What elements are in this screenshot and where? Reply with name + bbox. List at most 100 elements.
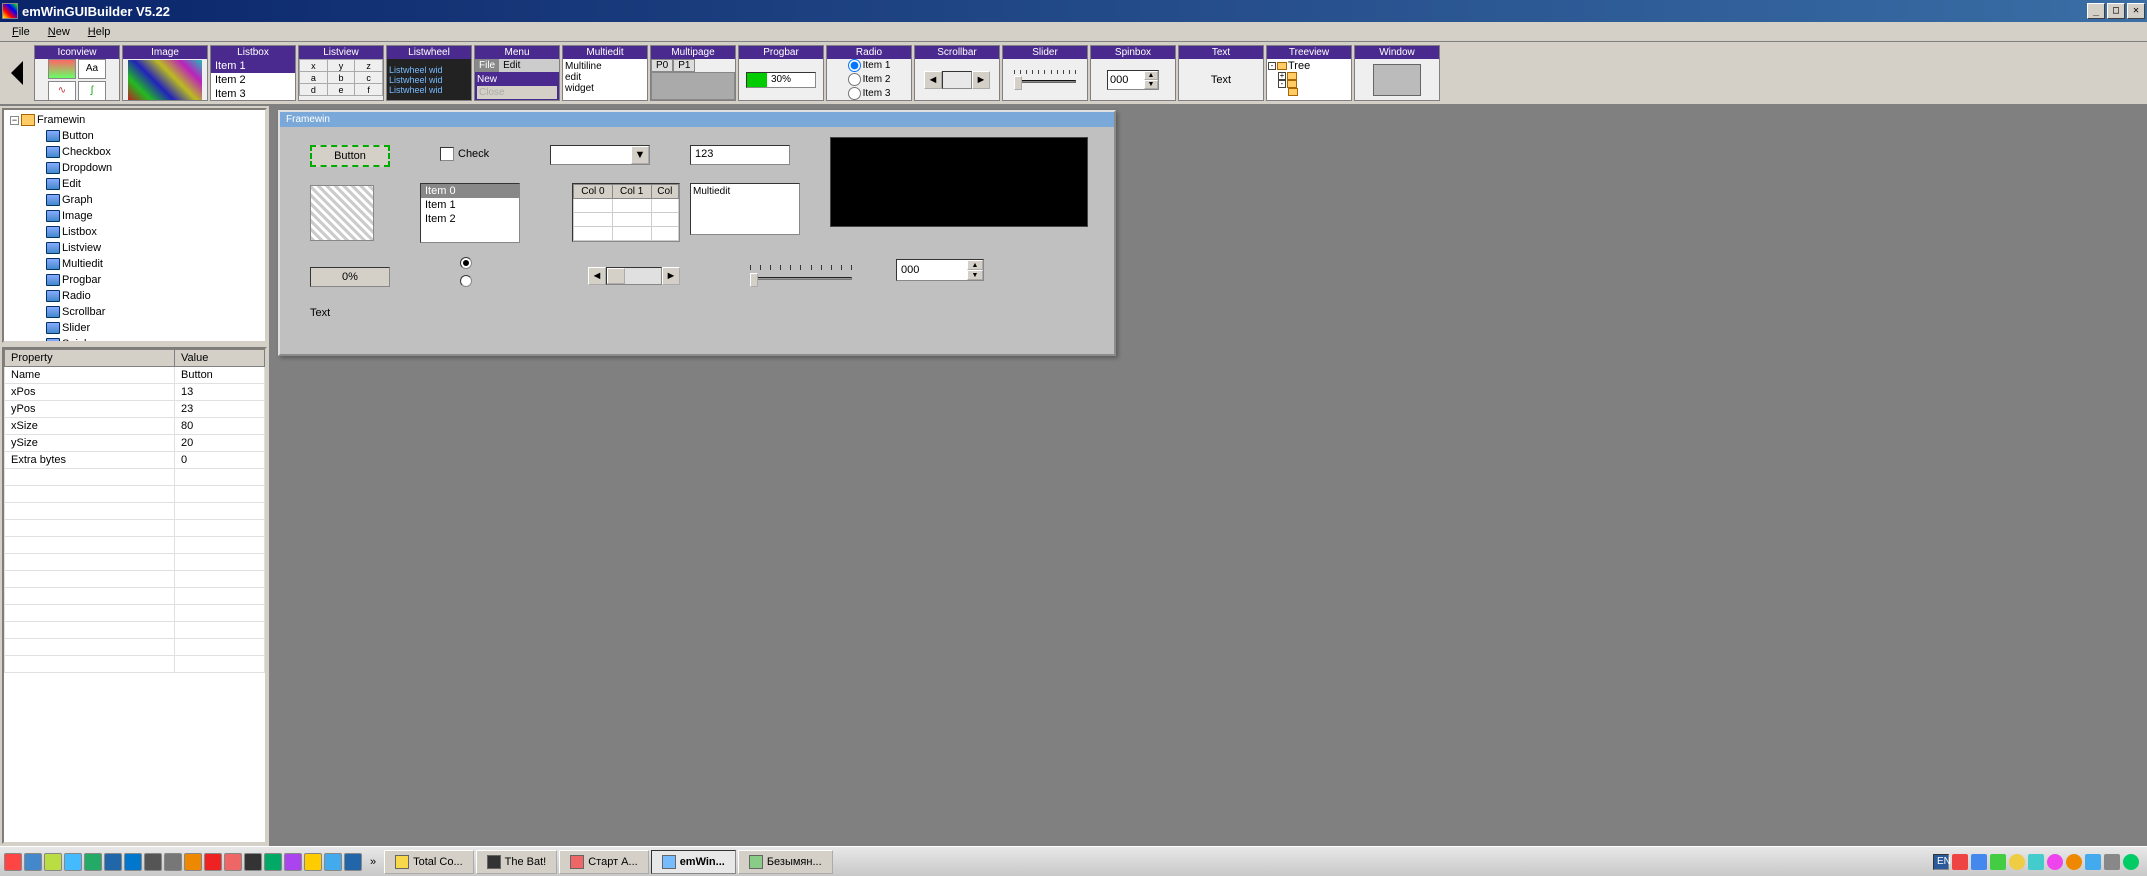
quicklaunch-icon[interactable] (284, 853, 302, 871)
expand-icon[interactable]: − (10, 116, 19, 125)
spinbox-input[interactable] (897, 260, 967, 280)
menu-help[interactable]: Help (80, 24, 119, 40)
palette-multipage[interactable]: MultipageP0P1 (650, 45, 736, 101)
quicklaunch-icon[interactable] (24, 853, 42, 871)
listview-col[interactable]: Col 1 (612, 185, 651, 199)
taskbar-button[interactable]: Безымян... (738, 850, 833, 874)
palette-listbox[interactable]: ListboxItem 1Item 2Item 3 (210, 45, 296, 101)
minimize-button[interactable]: _ (2087, 3, 2105, 19)
edit-widget[interactable]: 123 (690, 145, 790, 165)
quicklaunch-icon[interactable] (324, 853, 342, 871)
radio-widget[interactable] (460, 257, 472, 287)
quicklaunch-icon[interactable] (84, 853, 102, 871)
prop-value[interactable]: 13 (175, 384, 265, 401)
menu-file[interactable]: File (4, 24, 38, 40)
tray-icon[interactable] (2085, 854, 2101, 870)
palette-multiedit[interactable]: MultieditMultilineeditwidget (562, 45, 648, 101)
quicklaunch-icon[interactable] (144, 853, 162, 871)
listview-col[interactable]: Col (651, 185, 678, 199)
tree-item[interactable]: Spinbox (6, 336, 263, 343)
close-button[interactable]: ✕ (2127, 3, 2145, 19)
palette-prev-button[interactable] (4, 45, 32, 101)
tray-icon[interactable] (2123, 854, 2139, 870)
slider-thumb[interactable] (750, 273, 758, 287)
tree-item[interactable]: Edit (6, 176, 263, 192)
spin-up-button[interactable]: ▲ (967, 260, 983, 270)
tray-icon[interactable] (2104, 854, 2120, 870)
spinbox-widget[interactable]: ▲ ▼ (896, 259, 984, 281)
palette-spinbox[interactable]: Spinbox▲▼ (1090, 45, 1176, 101)
slider-widget[interactable] (746, 265, 856, 287)
prop-value[interactable]: Button (175, 367, 265, 384)
text-widget[interactable]: Text (310, 307, 330, 319)
tray-icon[interactable] (2028, 854, 2044, 870)
tray-icon[interactable] (1990, 854, 2006, 870)
palette-text[interactable]: TextText (1178, 45, 1264, 101)
listbox-widget[interactable]: Item 0 Item 1 Item 2 (420, 183, 520, 243)
taskbar-button[interactable]: emWin... (651, 850, 736, 874)
quicklaunch-icon[interactable] (104, 853, 122, 871)
quicklaunch-icon[interactable] (244, 853, 262, 871)
image-widget[interactable] (310, 185, 374, 241)
tree-item[interactable]: Checkbox (6, 144, 263, 160)
tree-item[interactable]: Progbar (6, 272, 263, 288)
radio-option[interactable] (460, 257, 472, 269)
overflow-chevron-icon[interactable]: » (364, 856, 382, 868)
tray-icon[interactable] (1952, 854, 1968, 870)
tree-root[interactable]: − Framewin (6, 112, 263, 128)
prop-value[interactable]: 20 (175, 435, 265, 452)
scroll-track[interactable] (606, 267, 662, 285)
quicklaunch-icon[interactable] (344, 853, 362, 871)
taskbar-button[interactable]: Total Co... (384, 850, 474, 874)
tray-icon[interactable] (2047, 854, 2063, 870)
quicklaunch-icon[interactable] (204, 853, 222, 871)
checkbox-box[interactable] (440, 147, 454, 161)
menu-new[interactable]: New (40, 24, 78, 40)
quicklaunch-icon[interactable] (304, 853, 322, 871)
button-widget[interactable]: Button (310, 145, 390, 167)
tree-item[interactable]: Multiedit (6, 256, 263, 272)
taskbar-button[interactable]: The Bat! (476, 850, 558, 874)
scroll-right-button[interactable]: ► (662, 267, 680, 285)
graph-widget[interactable] (830, 137, 1088, 227)
quicklaunch-icon[interactable] (124, 853, 142, 871)
prop-value[interactable]: 0 (175, 452, 265, 469)
quicklaunch-icon[interactable] (164, 853, 182, 871)
widget-tree[interactable]: − Framewin ButtonCheckboxDropdownEditGra… (2, 108, 267, 343)
progbar-widget[interactable]: 0% (310, 267, 390, 287)
multiedit-widget[interactable]: Multiedit (690, 183, 800, 235)
design-canvas[interactable]: Framewin Button Check ▼ 123 Item 0 Item … (270, 106, 2147, 846)
quicklaunch-icon[interactable] (4, 853, 22, 871)
palette-treeview[interactable]: Treeview-Tree+- (1266, 45, 1352, 101)
tray-icon[interactable] (2009, 854, 2025, 870)
palette-listwheel[interactable]: ListwheelListwheel widListwheel widListw… (386, 45, 472, 101)
quicklaunch-icon[interactable] (44, 853, 62, 871)
palette-window[interactable]: Window (1354, 45, 1440, 101)
palette-iconview[interactable]: IconviewAa∿ʃ (34, 45, 120, 101)
dropdown-widget[interactable]: ▼ (550, 145, 650, 165)
listview-widget[interactable]: Col 0 Col 1 Col (572, 183, 680, 242)
palette-radio[interactable]: Radio Item 1 Item 2 Item 3 (826, 45, 912, 101)
palette-image[interactable]: Image (122, 45, 208, 101)
scroll-thumb[interactable] (607, 268, 625, 284)
palette-progbar[interactable]: Progbar30% (738, 45, 824, 101)
listview-col[interactable]: Col 0 (574, 185, 613, 199)
tree-item[interactable]: Dropdown (6, 160, 263, 176)
palette-scrollbar[interactable]: Scrollbar◄► (914, 45, 1000, 101)
radio-option[interactable] (460, 275, 472, 287)
listbox-item[interactable]: Item 0 (421, 184, 519, 198)
palette-slider[interactable]: Slider (1002, 45, 1088, 101)
prop-value[interactable]: 23 (175, 401, 265, 418)
scroll-left-button[interactable]: ◄ (588, 267, 606, 285)
tree-item[interactable]: Scrollbar (6, 304, 263, 320)
listbox-item[interactable]: Item 1 (421, 198, 519, 212)
quicklaunch-icon[interactable] (224, 853, 242, 871)
quicklaunch-icon[interactable] (64, 853, 82, 871)
prop-value[interactable]: 80 (175, 418, 265, 435)
tree-item[interactable]: Listview (6, 240, 263, 256)
spin-down-button[interactable]: ▼ (967, 270, 983, 280)
maximize-button[interactable]: □ (2107, 3, 2125, 19)
taskbar-button[interactable]: Старт A... (559, 850, 648, 874)
tree-item[interactable]: Graph (6, 192, 263, 208)
language-indicator[interactable]: EN (1933, 854, 1949, 870)
